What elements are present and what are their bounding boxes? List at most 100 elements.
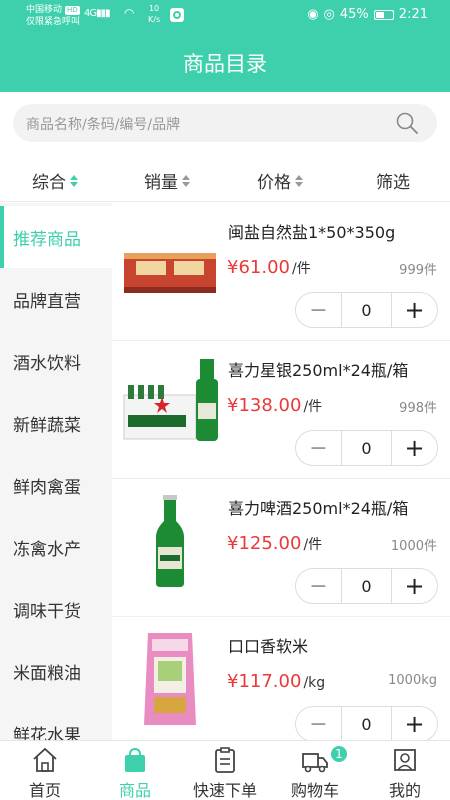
carrier-info: 中国移动 HD 仅限紧急呼叫 (26, 4, 80, 28)
plus-button[interactable]: + (392, 431, 437, 465)
product-name: 闽盐自然盐1*50*350g (228, 223, 396, 242)
search-icon[interactable] (395, 111, 419, 135)
minus-button[interactable]: − (296, 569, 341, 603)
category-item-vegetables[interactable]: 新鲜蔬菜 (0, 392, 112, 454)
signal-label: 4G (84, 8, 97, 19)
tab-home[interactable]: 首页 (0, 741, 90, 800)
tab-label: 我的 (388, 781, 421, 800)
quantity-stepper: − 0 + (295, 430, 438, 466)
sort-arrows-icon (182, 174, 190, 187)
price-value: ¥61.00 (227, 257, 290, 278)
tab-quick-order[interactable]: 快速下单 (180, 741, 270, 800)
heineken-bottle-image[interactable] (122, 493, 218, 589)
category-item-flowers-fruit[interactable]: 鲜花水果 (0, 702, 112, 741)
salt-box-image[interactable] (122, 217, 218, 313)
quantity-stepper: − 0 + (295, 568, 438, 604)
price-unit: /件 (303, 399, 323, 415)
cart-count-badge: 1 (329, 744, 349, 764)
product-name: 喜力啤酒250ml*24瓶/箱 (228, 499, 409, 518)
product-stock: 1000件 (390, 539, 437, 554)
sort-sales[interactable]: 销量 (144, 168, 190, 193)
bottom-tab-bar: 首页 商品 快速下单 1 购物车 我的 (0, 740, 450, 800)
category-item-brand[interactable]: 品牌直营 (0, 268, 112, 330)
product-stock: 999件 (399, 263, 437, 278)
product-card[interactable]: 口口香软米 ¥117.00/kg 1000kg − 0 + (112, 617, 450, 740)
speed-value: 10 (148, 4, 160, 13)
price-value: ¥138.00 (227, 395, 302, 416)
search-input[interactable]: 商品名称/条码/编号/品牌 (26, 114, 180, 134)
quantity-value[interactable]: 0 (341, 293, 392, 327)
shopping-bag-icon (125, 747, 145, 772)
price-unit: /kg (303, 675, 326, 691)
category-item-grain-oil[interactable]: 米面粮油 (0, 640, 112, 702)
speed-unit: K/s (148, 15, 161, 24)
clock: 2:21 (398, 7, 428, 22)
signal-icon: 4G▮▮▮ (84, 8, 111, 19)
plus-button[interactable]: + (392, 707, 437, 740)
quantity-value[interactable]: 0 (341, 569, 392, 603)
emergency-text: 仅限紧急呼叫 (26, 17, 81, 27)
product-price: ¥138.00/件 (227, 395, 322, 416)
quantity-value[interactable]: 0 (341, 707, 392, 740)
product-card[interactable]: 喜力啤酒250ml*24瓶/箱 ¥125.00/件 1000件 − 0 + (112, 479, 450, 617)
header: 中国移动 HD 仅限紧急呼叫 4G▮▮▮ ◠ 10 K/s ◉ ◎ 45% 2:21… (0, 0, 450, 92)
plus-button[interactable]: + (392, 569, 437, 603)
clipboard-icon (215, 747, 235, 773)
battery-percent: 45% (339, 7, 369, 22)
sort-price[interactable]: 价格 (257, 168, 303, 193)
battery-icon (373, 9, 394, 20)
heineken-silver-case-image[interactable] (122, 355, 218, 451)
product-price: ¥61.00/件 (227, 257, 311, 278)
product-name: 口口香软米 (228, 637, 309, 656)
price-value: ¥125.00 (227, 533, 302, 554)
sort-arrows-icon (70, 174, 78, 187)
product-card[interactable]: 喜力星银250ml*24瓶/箱 ¥138.00/件 998件 − 0 + (112, 341, 450, 479)
quantity-stepper: − 0 + (295, 292, 438, 328)
page-title: 商品目录 (183, 52, 267, 76)
filter-button[interactable]: 筛选 (376, 168, 410, 193)
sort-label: 价格 (257, 173, 291, 193)
location-icon: ◎ (323, 7, 335, 22)
profile-icon (394, 749, 416, 771)
category-item-frozen-seafood[interactable]: 冻禽水产 (0, 516, 112, 578)
tab-profile[interactable]: 我的 (360, 741, 450, 800)
tab-cart[interactable]: 1 购物车 (270, 741, 360, 800)
category-item-seasoning[interactable]: 调味干货 (0, 578, 112, 640)
search-bar[interactable]: 商品名称/条码/编号/品牌 (13, 104, 437, 142)
eye-icon: ◉ (307, 7, 319, 22)
category-item-drinks[interactable]: 酒水饮料 (0, 330, 112, 392)
sort-label: 综合 (32, 173, 66, 193)
price-unit: /件 (291, 261, 311, 277)
product-card[interactable]: 闽盐自然盐1*50*350g ¥61.00/件 999件 − 0 + (112, 203, 450, 341)
home-icon (33, 747, 57, 772)
category-item-meat-eggs[interactable]: 鲜肉禽蛋 (0, 454, 112, 516)
sort-label: 销量 (144, 173, 178, 193)
sort-bar: 综合 销量 价格 筛选 (0, 158, 450, 202)
tab-label: 快速下单 (192, 781, 257, 800)
hd-badge: HD (65, 6, 80, 15)
price-value: ¥117.00 (227, 671, 302, 692)
product-price: ¥125.00/件 (227, 533, 322, 554)
category-sidebar: 推荐商品 品牌直营 酒水饮料 新鲜蔬菜 鲜肉禽蛋 冻禽水产 调味干货 米面粮油 … (0, 203, 112, 740)
sort-comprehensive[interactable]: 综合 (32, 168, 78, 193)
minus-button[interactable]: − (296, 293, 341, 327)
category-item-recommended[interactable]: 推荐商品 (0, 206, 112, 268)
tab-label: 首页 (28, 781, 61, 800)
quantity-stepper: − 0 + (295, 706, 438, 740)
product-stock: 1000kg (388, 673, 437, 688)
carrier-name: 中国移动 (26, 5, 63, 15)
status-right: ◉ ◎ 45% 2:21 (307, 7, 428, 22)
rice-bag-image[interactable] (122, 631, 218, 727)
tab-label: 商品 (118, 781, 151, 800)
product-price: ¥117.00/kg (227, 671, 325, 692)
plus-button[interactable]: + (392, 293, 437, 327)
status-bar: 中国移动 HD 仅限紧急呼叫 4G▮▮▮ ◠ 10 K/s ◉ ◎ 45% 2:21 (0, 0, 450, 32)
product-stock: 998件 (399, 401, 437, 416)
minus-button[interactable]: − (296, 431, 341, 465)
minus-button[interactable]: − (296, 707, 341, 740)
truck-cart-icon (302, 753, 328, 773)
tab-products[interactable]: 商品 (90, 741, 180, 800)
price-unit: /件 (303, 537, 323, 553)
product-list: 闽盐自然盐1*50*350g ¥61.00/件 999件 − 0 + 喜力星银2… (112, 203, 450, 740)
quantity-value[interactable]: 0 (341, 431, 392, 465)
